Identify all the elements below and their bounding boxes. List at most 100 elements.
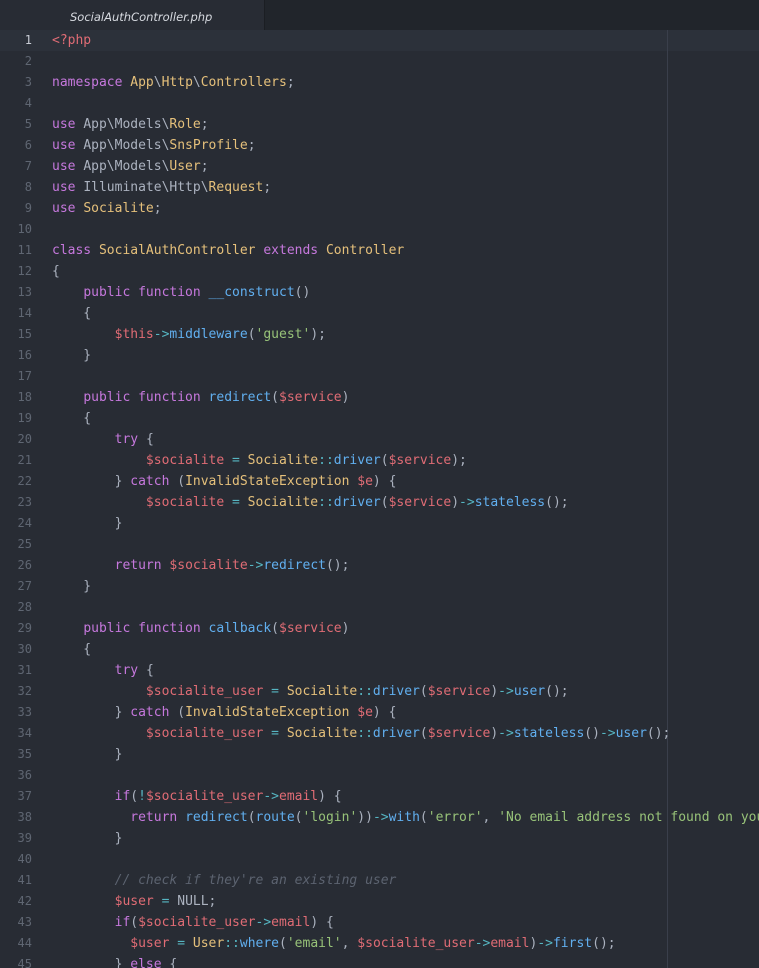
code-line[interactable]: $socialite_user = Socialite::driver($ser… [52,723,759,744]
code-token: redirect [208,390,272,405]
code-line[interactable] [52,849,759,870]
code-line[interactable]: { [52,639,759,660]
tab-file[interactable]: SocialAuthController.php [0,0,265,30]
code-line[interactable]: try { [52,660,759,681]
code-line[interactable]: use App\Models\User; [52,156,759,177]
code-line[interactable]: } [52,576,759,597]
code-line[interactable]: return $socialite->redirect(); [52,555,759,576]
code-line[interactable]: { [52,408,759,429]
code-token: ( [247,810,256,825]
code-line[interactable]: } catch (InvalidStateException $e) { [52,471,759,492]
code-token: $service [279,621,342,636]
code-line[interactable] [52,366,759,387]
code-area[interactable]: <?php namespace App\Http\Controllers; us… [52,30,759,968]
code-line[interactable]: // check if they're an existing user [52,870,759,891]
code-line[interactable] [52,597,759,618]
code-token: App [130,75,154,90]
code-token: } [52,831,123,846]
code-token: ; [200,117,209,132]
code-token: -> [247,558,264,573]
code-line[interactable]: $user = NULL; [52,891,759,912]
code-line[interactable] [52,51,759,72]
code-line[interactable]: } [52,513,759,534]
code-token: catch [130,705,178,720]
line-number: 33 [17,705,32,719]
code-line[interactable]: public function callback($service) [52,618,759,639]
code-token: $service [427,684,491,699]
line-number: 20 [17,432,32,446]
code-line[interactable]: $this->middleware('guest'); [52,324,759,345]
code-token: User [192,936,225,951]
code-line[interactable]: } [52,828,759,849]
code-token: -> [153,327,170,342]
code-token: = [271,684,287,699]
code-token: 'No email address not found on your [498,810,759,825]
code-token: ( [177,474,186,489]
line-number: 35 [17,747,32,761]
code-token: ) { [310,915,334,930]
code-line[interactable]: { [52,303,759,324]
code-line[interactable]: <?php [52,30,759,51]
code-token: if [114,915,131,930]
tab-bar: SocialAuthController.php [0,0,759,31]
code-line[interactable] [52,219,759,240]
code-line[interactable]: if($socialite_user->email) { [52,912,759,933]
code-token: ( [271,390,279,405]
code-token: -> [263,789,279,804]
code-line[interactable]: return redirect(route('login'))->with('e… [52,807,759,828]
code-token: use [52,201,84,216]
code-token: :: [318,495,334,510]
code-line[interactable] [52,765,759,786]
code-token: else [130,957,170,968]
code-token: ( [130,915,139,930]
code-line[interactable]: } catch (InvalidStateException $e) { [52,702,759,723]
code-token: callback [208,621,272,636]
code-line[interactable]: if(!$socialite_user->email) { [52,786,759,807]
code-token: InvalidStateException [185,705,358,720]
code-line[interactable]: use Socialite; [52,198,759,219]
code-editor[interactable]: 1 2 3 4 5 6 7 8 9 10 11 12 13 14 15 16 17 18 19 20 21 22 23 24 2… [0,30,759,968]
line-number: 19 [17,411,32,425]
code-line[interactable]: namespace App\Http\Controllers; [52,72,759,93]
code-token: driver [372,726,420,741]
line-number: 3 [24,75,32,89]
line-number: 5 [24,117,32,131]
code-token: :: [224,936,240,951]
code-line[interactable]: class SocialAuthController extends Contr… [52,240,759,261]
code-line[interactable]: use Illuminate\Http\Request; [52,177,759,198]
code-token: { [52,306,92,321]
code-token: () [294,285,311,300]
code-line[interactable] [52,93,759,114]
code-line[interactable]: } [52,345,759,366]
line-number: 8 [24,180,32,194]
code-token: namespace [52,75,131,90]
code-token: email [490,936,530,951]
code-token: (); [592,936,616,951]
code-line[interactable]: try { [52,429,759,450]
code-token: User [169,159,201,174]
code-line[interactable]: $socialite_user = Socialite::driver($ser… [52,681,759,702]
code-line[interactable]: public function __construct() [52,282,759,303]
code-token: } [52,516,123,531]
code-line[interactable]: } [52,744,759,765]
code-line[interactable]: } else { [52,954,759,968]
code-line[interactable]: $socialite = Socialite::driver($service)… [52,492,759,513]
code-line[interactable]: use App\Models\Role; [52,114,759,135]
code-line[interactable]: use App\Models\SnsProfile; [52,135,759,156]
code-token: } [52,705,131,720]
code-line[interactable]: $socialite = Socialite::driver($service)… [52,450,759,471]
code-line[interactable] [52,534,759,555]
code-line[interactable]: { [52,261,759,282]
code-token: route [255,810,295,825]
code-token: :: [357,684,373,699]
line-number: 27 [17,579,32,593]
code-line[interactable]: $user = User::where('email', $socialite_… [52,933,759,954]
code-token: Controller [325,243,405,258]
code-line[interactable]: public function redirect($service) [52,387,759,408]
code-token: = [177,936,193,951]
